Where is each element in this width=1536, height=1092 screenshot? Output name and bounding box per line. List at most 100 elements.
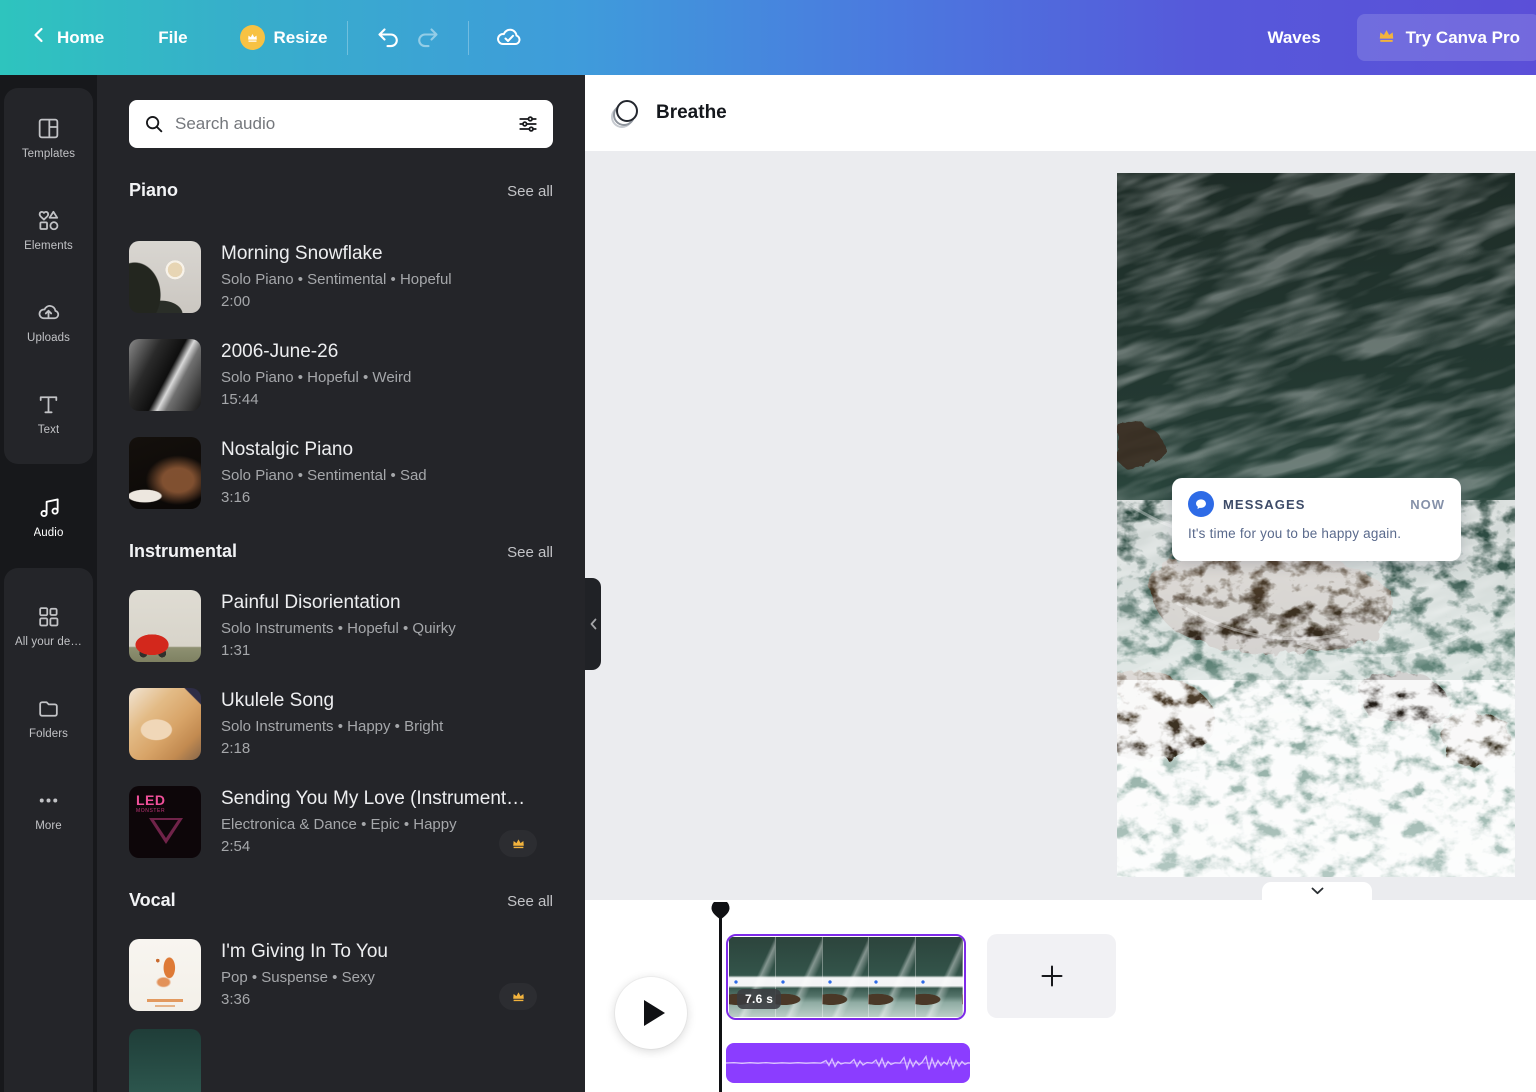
track-meta: Solo Piano • Sentimental • Hopeful (221, 271, 452, 288)
track-duration: 3:36 (221, 991, 388, 1008)
timeline-collapse-tab[interactable] (1262, 882, 1372, 900)
add-clip-button[interactable] (987, 934, 1116, 1018)
search-input[interactable] (175, 114, 507, 134)
sidebar-item-elements[interactable]: Elements (4, 184, 93, 276)
more-dots-icon (36, 788, 61, 813)
track-duration: 2:54 (221, 838, 525, 855)
redo-arrow-icon (415, 25, 441, 51)
see-all-link[interactable]: See all (507, 183, 553, 200)
timeline-audio-track[interactable] (726, 1043, 970, 1083)
section-title: Instrumental (129, 541, 237, 562)
audio-track-row[interactable]: Morning SnowflakeSolo Piano • Sentimenta… (129, 241, 553, 313)
album-art-caption-bar (147, 999, 183, 1002)
track-info: Morning SnowflakeSolo Piano • Sentimenta… (221, 241, 452, 313)
undo-button[interactable] (368, 18, 408, 58)
see-all-link[interactable]: See all (507, 893, 553, 910)
track-thumbnail (129, 688, 201, 760)
undo-arrow-icon (375, 25, 401, 51)
crown-icon (240, 25, 265, 50)
section-title: Vocal (129, 890, 176, 911)
cloud-check-icon (494, 23, 524, 53)
file-menu-button[interactable]: File (158, 28, 187, 48)
track-meta: Solo Instruments • Hopeful • Quirky (221, 620, 456, 637)
rail-group-top: Templates Elements Uploads Text (4, 88, 93, 464)
templates-icon (36, 116, 61, 141)
page-title: Breathe (656, 102, 727, 124)
track-title: I'm Giving In To You (221, 941, 388, 963)
sidebar-item-templates[interactable]: Templates (4, 92, 93, 184)
audio-track-row[interactable]: I'm Giving In To You Pop • Suspense • Sex… (129, 939, 553, 1011)
playhead-line (719, 916, 722, 1092)
sidebar-item-uploads[interactable]: Uploads (4, 276, 93, 368)
all-your-designs-icon (36, 604, 61, 629)
play-button[interactable] (615, 977, 687, 1049)
section-header: Instrumental See all (129, 541, 553, 562)
clip-frame (823, 937, 870, 1017)
sidebar-item-all-your-designs[interactable]: All your de… (4, 580, 93, 672)
panel-collapse-handle[interactable] (585, 578, 601, 670)
notification-header: MESSAGES NOW (1188, 491, 1445, 517)
resize-button[interactable]: Resize (240, 25, 328, 50)
track-duration: 2:00 (221, 293, 452, 310)
editor-column: Breathe (585, 75, 1536, 1092)
track-thumbnail (129, 339, 201, 411)
notification-app-name: MESSAGES (1223, 497, 1305, 512)
album-art-sublabel: MONSTER (136, 808, 165, 814)
album-art-label: LED (136, 792, 166, 808)
track-list: I'm Giving In To You Pop • Suspense • Sex… (129, 939, 553, 1011)
track-meta: Electronica & Dance • Epic • Happy (221, 816, 525, 833)
timeline-video-clip[interactable]: 7.6 s (726, 934, 966, 1020)
audio-track-row[interactable]: Painful DisorientationSolo Instruments •… (129, 590, 553, 662)
track-info: 2006-June-26Solo Piano • Hopeful • Weird… (221, 339, 411, 411)
track-thumbnail: LEDMONSTER (129, 786, 201, 858)
chat-bubble-icon (1188, 491, 1214, 517)
sidebar-item-folders[interactable]: Folders (4, 672, 93, 764)
notification-card[interactable]: MESSAGES NOW It's time for you to be hap… (1172, 478, 1461, 561)
notification-time: NOW (1410, 497, 1445, 512)
magnifier-icon (143, 113, 165, 135)
track-info: Sending You My Love (Instrument… Electron… (221, 786, 525, 858)
toolbar-divider (347, 21, 348, 55)
audio-track-row[interactable]: Ukulele Song Solo Instruments • Happy • B… (129, 688, 553, 760)
design-title-waves[interactable]: Waves (1267, 28, 1320, 48)
section-header: Piano See all (129, 180, 553, 201)
sidebar-item-audio[interactable]: Audio (0, 464, 97, 568)
track-title: Sending You My Love (Instrument… (221, 788, 525, 810)
track-list: Painful DisorientationSolo Instruments •… (129, 590, 553, 858)
plus-icon (1038, 962, 1066, 990)
audio-track-row[interactable]: Nostalgic PianoSolo Piano • Sentimental … (129, 437, 553, 509)
audio-track-row[interactable]: 2006-June-26Solo Piano • Hopeful • Weird… (129, 339, 553, 411)
audio-track-row[interactable]: LEDMONSTER Sending You My Love (Instrumen… (129, 786, 553, 858)
track-list: Morning SnowflakeSolo Piano • Sentimenta… (129, 241, 553, 509)
track-duration: 1:31 (221, 642, 456, 659)
track-title: Ukulele Song (221, 690, 443, 712)
home-button[interactable]: Home (30, 26, 104, 49)
page-header: Breathe (585, 75, 1536, 151)
sliders-icon[interactable] (517, 113, 539, 135)
play-triangle-icon (644, 1000, 665, 1026)
track-info: Nostalgic PianoSolo Piano • Sentimental … (221, 437, 427, 509)
track-meta: Solo Instruments • Happy • Bright (221, 718, 443, 735)
sidebar-item-more[interactable]: More (4, 764, 93, 856)
rail-group-bottom: All your de… Folders More (4, 568, 93, 1092)
canvas-workspace[interactable]: MESSAGES NOW It's time for you to be hap… (585, 151, 1536, 900)
try-canva-label: Try Canva Pro (1406, 28, 1520, 48)
main-area: Templates Elements Uploads Text Audio Al… (0, 75, 1536, 1092)
track-duration: 2:18 (221, 740, 443, 757)
crown-icon (1377, 26, 1396, 50)
track-meta: Pop • Suspense • Sexy (221, 969, 388, 986)
sidebar-item-text[interactable]: Text (4, 368, 93, 460)
save-status-button[interactable] (489, 18, 529, 58)
track-info: I'm Giving In To You Pop • Suspense • Sex… (221, 939, 388, 1011)
chevron-left-icon (30, 26, 48, 49)
notification-message: It's time for you to be happy again. (1188, 526, 1445, 541)
album-art-caption-bar (155, 1005, 175, 1007)
resize-label: Resize (274, 28, 328, 48)
redo-button[interactable] (408, 18, 448, 58)
track-duration: 3:16 (221, 489, 427, 506)
uploads-icon (36, 300, 61, 325)
album-art-triangle (149, 818, 183, 844)
section-title: Piano (129, 180, 178, 201)
try-canva-pro-button[interactable]: Try Canva Pro (1357, 14, 1536, 61)
see-all-link[interactable]: See all (507, 544, 553, 561)
